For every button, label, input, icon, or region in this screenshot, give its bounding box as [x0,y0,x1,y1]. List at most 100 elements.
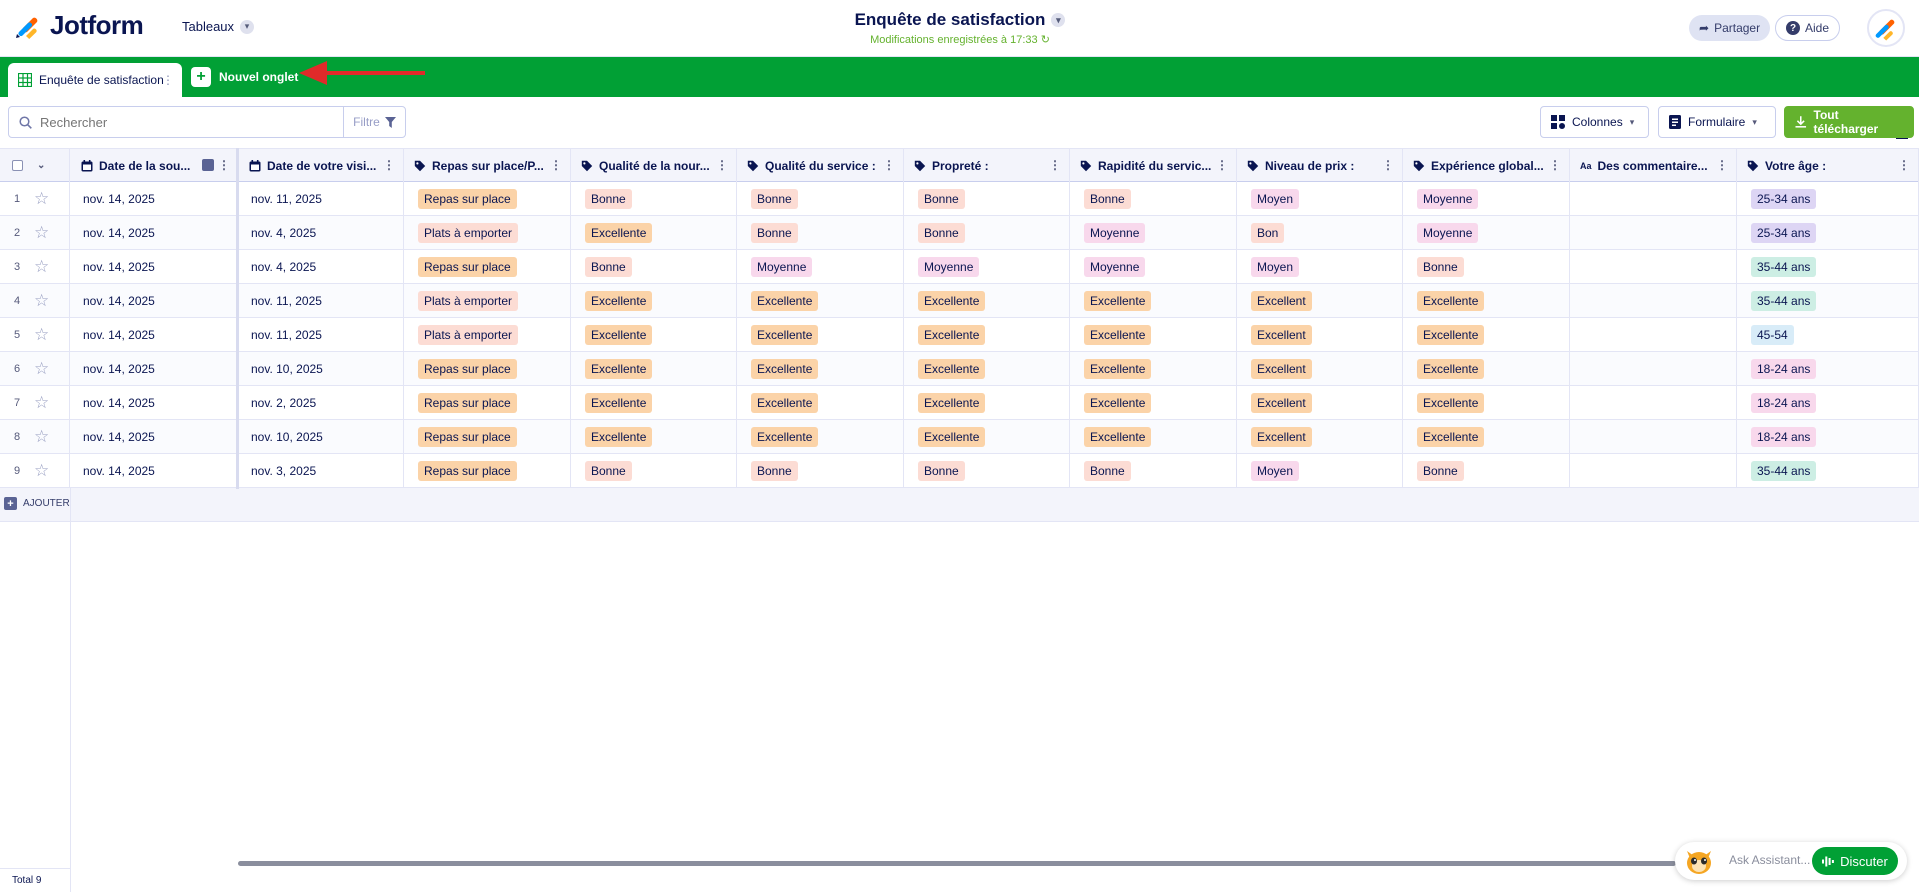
star-icon[interactable]: ☆ [34,291,49,311]
table-cell[interactable]: Excellente [571,284,737,317]
table-cell[interactable]: Excellente [737,284,904,317]
table-cell[interactable]: Moyenne [1070,250,1237,283]
user-avatar[interactable] [1867,9,1905,47]
tables-dropdown[interactable]: Tableaux ▾ [182,19,255,34]
table-row[interactable]: 2 ☆ nov. 14, 2025 nov. 4, 2025 Plats à empor… [0,216,1919,250]
table-cell[interactable]: 45-54 [1737,318,1919,351]
table-cell[interactable]: Moyen [1237,182,1403,215]
column-header[interactable]: Votre âge : ⋮ [1737,149,1919,182]
table-cell[interactable]: 18-24 ans [1737,420,1919,453]
table-cell[interactable]: Excellente [737,420,904,453]
table-cell[interactable]: Excellente [1070,386,1237,419]
table-cell[interactable]: Plats à emporter [404,284,571,317]
column-header-overflow[interactable] [1905,149,1919,182]
column-header[interactable]: Qualité de la nour... ⋮ [571,149,737,182]
table-cell[interactable]: nov. 14, 2025 [71,420,239,453]
help-button[interactable]: ? Aide [1775,15,1841,41]
table-row[interactable]: 7 ☆ nov. 14, 2025 nov. 2, 2025 Repas sur pla… [0,386,1919,420]
table-cell[interactable]: Bonne [737,216,904,249]
table-cell[interactable]: nov. 14, 2025 [71,352,239,385]
horizontal-scrollbar[interactable] [238,861,1676,866]
table-cell[interactable]: Excellente [737,352,904,385]
table-cell[interactable]: Excellente [1070,352,1237,385]
table-cell[interactable]: Excellente [1070,284,1237,317]
table-cell[interactable]: 35-44 ans [1737,284,1919,317]
table-cell[interactable]: nov. 10, 2025 [239,352,404,385]
table-cell[interactable]: Excellente [1403,318,1570,351]
table-cell[interactable] [1570,454,1737,487]
table-cell[interactable]: Bonne [571,182,737,215]
table-cell[interactable]: Excellente [571,352,737,385]
doc-title[interactable]: Enquête de satisfaction ▾ [855,10,1066,30]
table-cell[interactable]: Bonne [571,454,737,487]
table-cell[interactable]: Bonne [737,182,904,215]
table-cell[interactable]: Repas sur place [404,454,571,487]
table-cell[interactable]: Repas sur place [404,420,571,453]
tab-options-icon[interactable]: ⋮ [162,73,174,87]
table-cell[interactable]: nov. 14, 2025 [71,284,239,317]
table-cell[interactable]: nov. 14, 2025 [71,454,239,487]
tab-survey[interactable]: Enquête de satisfaction ⋮ [8,63,182,97]
table-cell[interactable] [1570,318,1737,351]
table-cell[interactable]: Plats à emporter [404,318,571,351]
filter-button[interactable]: Filtre [343,106,406,138]
table-cell[interactable]: Bonne [904,454,1070,487]
table-cell[interactable]: Excellente [571,216,737,249]
table-cell[interactable]: nov. 11, 2025 [239,318,404,351]
table-cell[interactable]: nov. 14, 2025 [71,216,239,249]
column-options-icon[interactable]: ⋮ [1549,158,1561,172]
table-cell[interactable]: Repas sur place [404,182,571,215]
table-row[interactable]: 3 ☆ nov. 14, 2025 nov. 4, 2025 Repas sur pla… [0,250,1919,284]
column-header[interactable]: Repas sur place/P... ⋮ [404,149,571,182]
table-cell[interactable]: 18-24 ans [1737,352,1919,385]
column-header[interactable]: Propreté : ⋮ [904,149,1070,182]
table-cell[interactable]: nov. 11, 2025 [239,182,404,215]
table-cell[interactable]: Bonne [1403,454,1570,487]
table-cell[interactable]: nov. 14, 2025 [71,386,239,419]
table-row[interactable]: 9 ☆ nov. 14, 2025 nov. 3, 2025 Repas sur pla… [0,454,1919,488]
star-icon[interactable]: ☆ [34,257,49,277]
form-button[interactable]: Formulaire ▾ [1658,106,1776,138]
table-cell[interactable]: Excellente [1403,352,1570,385]
table-cell[interactable] [1570,250,1737,283]
chevron-down-icon[interactable]: ▾ [1051,13,1066,27]
table-cell[interactable]: Excellente [1403,284,1570,317]
table-cell[interactable]: Repas sur place [404,352,571,385]
column-options-icon[interactable]: ⋮ [550,158,562,172]
share-button[interactable]: ➦ Partager [1689,15,1771,41]
new-tab-button[interactable]: + Nouvel onglet [191,67,298,87]
table-cell[interactable]: nov. 2, 2025 [239,386,404,419]
download-all-button[interactable]: Tout télécharger [1784,106,1914,138]
table-cell[interactable]: Excellente [904,352,1070,385]
table-cell[interactable]: Excellente [904,386,1070,419]
column-options-icon[interactable]: ⋮ [1716,158,1728,172]
table-cell[interactable]: Excellente [904,284,1070,317]
table-cell[interactable]: Moyenne [1403,216,1570,249]
column-header[interactable]: Expérience global... ⋮ [1403,149,1570,182]
table-cell[interactable]: Excellente [737,318,904,351]
table-cell[interactable] [1570,386,1737,419]
table-cell[interactable]: Excellente [1070,420,1237,453]
column-options-icon[interactable]: ⋮ [383,158,395,172]
table-cell[interactable]: nov. 11, 2025 [239,284,404,317]
star-icon[interactable]: ☆ [34,427,49,447]
table-cell[interactable]: Plats à emporter [404,216,571,249]
table-cell[interactable]: nov. 14, 2025 [71,182,239,215]
table-cell[interactable] [1570,284,1737,317]
table-cell[interactable]: 35-44 ans [1737,250,1919,283]
table-cell[interactable]: Bonne [904,216,1070,249]
table-cell[interactable]: Excellente [904,318,1070,351]
column-options-icon[interactable]: ⋮ [1382,158,1394,172]
table-cell[interactable]: Excellente [571,386,737,419]
table-cell[interactable]: Repas sur place [404,250,571,283]
table-cell[interactable]: Moyen [1237,454,1403,487]
table-cell[interactable]: Bonne [1403,250,1570,283]
table-cell[interactable]: Excellente [1070,318,1237,351]
table-cell[interactable]: Moyen [1237,250,1403,283]
table-cell[interactable]: Excellente [737,386,904,419]
table-cell[interactable]: 25-34 ans [1737,216,1919,249]
table-cell[interactable]: nov. 14, 2025 [71,318,239,351]
table-cell[interactable]: nov. 10, 2025 [239,420,404,453]
table-cell[interactable]: Bonne [571,250,737,283]
table-cell[interactable]: nov. 3, 2025 [239,454,404,487]
